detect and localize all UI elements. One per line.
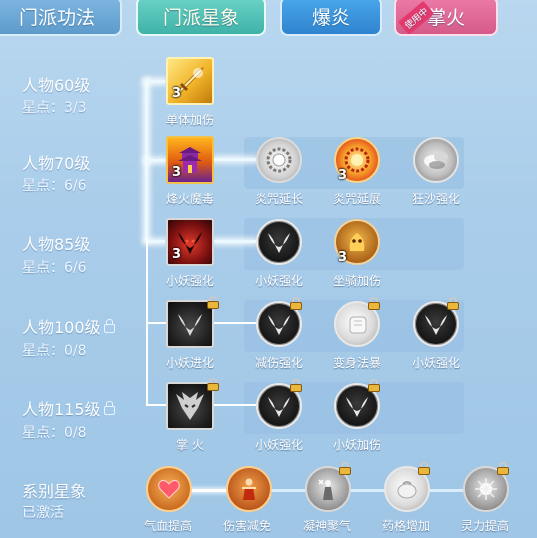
padlock-icon: [368, 379, 380, 392]
connector-115: [214, 404, 256, 406]
node-label: 炎咒延展: [332, 192, 381, 206]
padlock-icon: [497, 462, 509, 475]
tree-branch-100: [146, 322, 166, 324]
padlock-icon: [368, 297, 380, 310]
skill-node-flame-curse-spread[interactable]: 3: [334, 137, 380, 183]
padlock-icon: [290, 297, 302, 310]
white-fist-icon: [349, 316, 367, 334]
dark-imp-icon: [425, 315, 447, 335]
dark-imp-icon: [178, 314, 202, 336]
lock-icon: [103, 401, 115, 415]
padlock-icon: [447, 297, 459, 310]
level-label-60: 人物60级: [22, 76, 91, 95]
dark-imp-icon: [268, 315, 290, 335]
padlock-icon: [207, 296, 219, 309]
skill-node-beacon-poison[interactable]: 3: [166, 136, 214, 184]
tree-branch-115: [146, 404, 166, 406]
level-label-100: 人物100级: [22, 318, 101, 337]
heart-icon: [158, 479, 180, 499]
points-label-100: 星点：0/8: [22, 343, 87, 359]
node-label: 掌 火: [176, 438, 204, 452]
node-label: 气血提高: [143, 519, 192, 533]
node-label: 炎咒延长: [254, 192, 303, 206]
series-node-hp-up[interactable]: [146, 466, 192, 512]
tab-sect-stars[interactable]: 门派星象: [136, 0, 266, 36]
palm-fire-demon-icon: [176, 392, 204, 420]
spirit-burst-icon: [475, 478, 497, 500]
node-label: 单体加伤: [165, 113, 214, 127]
connector-100: [214, 322, 256, 324]
padlock-icon: [339, 462, 351, 475]
silver-rune-icon: [266, 147, 292, 173]
points-label-115: 星点：0/8: [22, 425, 87, 441]
node-label: 小妖加伤: [332, 438, 381, 452]
padlock-icon: [290, 379, 302, 392]
node-count: 3: [172, 165, 182, 180]
node-label: 凝神聚气: [302, 519, 351, 533]
skill-node-single-damage[interactable]: 3: [166, 57, 214, 105]
series-status: 已激活: [22, 505, 64, 521]
tab-zhanghuo-label: 掌火: [426, 6, 465, 29]
node-label: 变身法暴: [332, 356, 381, 370]
node-count: 3: [338, 168, 348, 183]
node-label: 药格增加: [381, 519, 430, 533]
tab-sect-skills[interactable]: 门派功法: [0, 0, 122, 36]
node-label: 伤害减免: [222, 519, 271, 533]
node-label: 小妖强化: [254, 274, 303, 288]
skill-node-sandstorm-boost[interactable]: [413, 137, 459, 183]
points-label-60: 星点：3/3: [22, 100, 87, 116]
tab-sect-skills-label: 门派功法: [18, 6, 95, 29]
node-count: 3: [172, 86, 182, 101]
node-label: 坐骑加伤: [332, 274, 381, 288]
points-label-85: 星点：6/6: [22, 260, 87, 276]
node-label: 减伤强化: [254, 356, 303, 370]
snowflake-figure-icon: [318, 479, 333, 500]
node-count: 3: [338, 250, 348, 265]
connector-85: [214, 240, 256, 243]
tree-branch-60: [145, 80, 165, 83]
skill-node-imp-boost-2[interactable]: [256, 219, 302, 265]
padlock-icon: [418, 462, 430, 475]
tab-bar: 门派功法 门派星象 爆炎 使用中 掌火: [0, 0, 537, 38]
tab-baoyan[interactable]: 爆炎: [280, 0, 382, 36]
fighter-icon: [242, 478, 256, 500]
dark-imp-icon: [268, 233, 290, 253]
white-pouch-icon: [397, 481, 417, 499]
series-connector-active: [190, 489, 230, 492]
node-label: 小妖进化: [165, 356, 214, 370]
node-label: 灵力提高: [460, 519, 509, 533]
series-node-damage-reduce[interactable]: [226, 466, 272, 512]
tab-baoyan-label: 爆炎: [311, 6, 350, 29]
tab-sect-stars-label: 门派星象: [162, 6, 239, 29]
lock-icon: [103, 319, 115, 333]
skill-node-flame-curse-extend[interactable]: [256, 137, 302, 183]
tree-branch-85: [145, 240, 165, 243]
tree-branch-70: [145, 159, 165, 162]
node-label: 小妖强化: [165, 274, 214, 288]
sandstorm-icon: [424, 152, 448, 169]
node-label: 烽火魔毒: [165, 192, 214, 206]
level-row-100: 人物100级: [22, 314, 115, 338]
skill-node-imp-boost-1[interactable]: 3: [166, 218, 214, 266]
dark-imp-icon: [268, 397, 290, 417]
connector-70: [214, 158, 256, 161]
tab-zhanghuo[interactable]: 使用中 掌火: [394, 0, 498, 36]
series-connector: [270, 489, 310, 492]
level-label-85: 人物85级: [22, 235, 91, 254]
level-row-115: 人物115级: [22, 396, 115, 420]
points-label-70: 星点：6/6: [22, 178, 87, 194]
node-count: 3: [172, 247, 182, 262]
node-label: 小妖强化: [254, 438, 303, 452]
dark-imp-icon: [346, 397, 368, 417]
padlock-icon: [207, 378, 219, 391]
series-title: 系别星象: [22, 482, 87, 501]
node-label: 小妖强化: [411, 356, 460, 370]
skill-node-mount-damage[interactable]: 3: [334, 219, 380, 265]
node-label: 狂沙强化: [411, 192, 460, 206]
level-label-115: 人物115级: [22, 400, 101, 419]
level-label-70: 人物70级: [22, 154, 91, 173]
series-connector: [428, 489, 468, 492]
